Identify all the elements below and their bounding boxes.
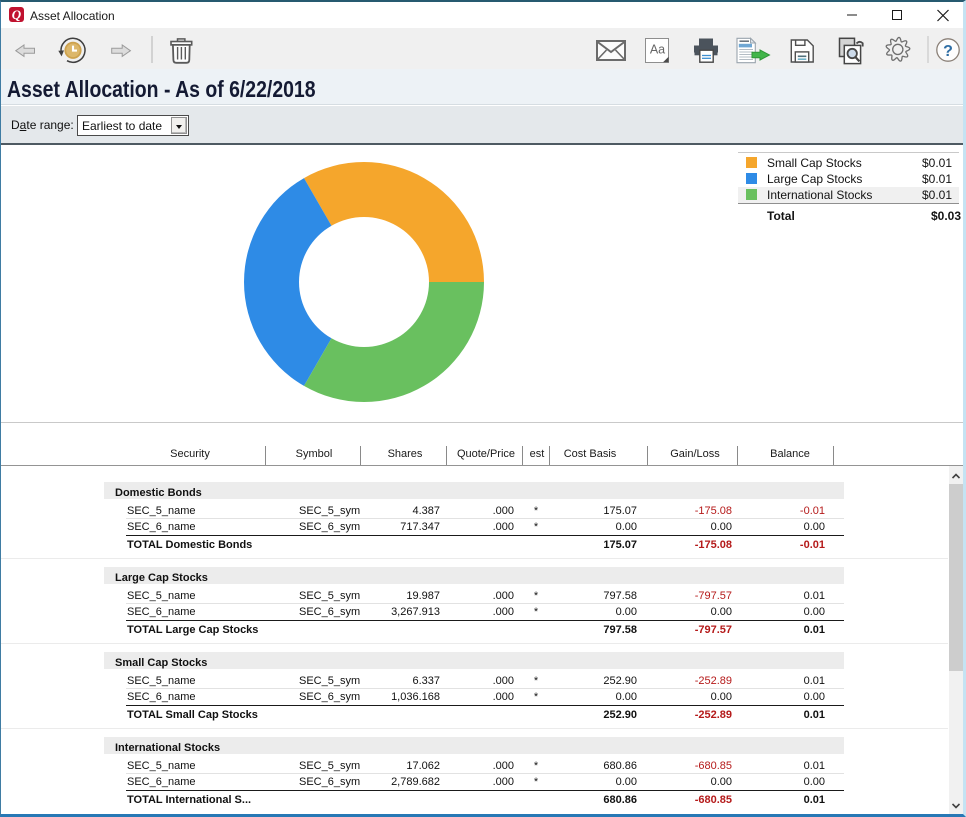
svg-text:Aa: Aa bbox=[650, 43, 665, 57]
svg-text:?: ? bbox=[943, 43, 953, 60]
